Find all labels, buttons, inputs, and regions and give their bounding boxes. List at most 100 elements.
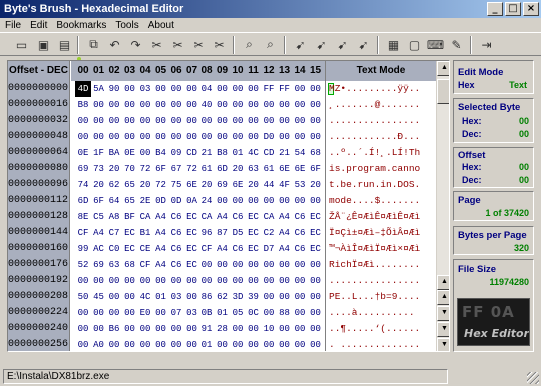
hex-byte-cell[interactable]: 00 [308,193,324,209]
hex-byte-cell[interactable]: 5A [91,81,107,97]
hex-byte-cell[interactable]: 00 [184,337,200,351]
hex-byte-cell[interactable]: 00 [261,97,277,113]
minimize-button[interactable]: _ [487,2,503,16]
hex-byte-cell[interactable]: 2E [137,193,153,209]
hex-byte-cell[interactable]: 00 [153,273,169,289]
hex-byte-cell[interactable]: 70 [122,161,138,177]
hex-byte-cell[interactable]: 90 [106,81,122,97]
hex-byte-cell[interactable]: 03 [137,81,153,97]
hex-byte-cell[interactable]: 69 [215,177,231,193]
hex-byte-cell[interactable]: 00 [153,97,169,113]
hex-byte-cell[interactable]: 00 [137,273,153,289]
menu-edit[interactable]: Edit [30,20,47,31]
menu-tools[interactable]: Tools [115,20,138,31]
hex-byte-cell[interactable]: 00 [277,113,293,129]
hex-byte-cell[interactable]: 72 [153,177,169,193]
hex-byte-cell[interactable]: 00 [137,129,153,145]
hex-byte-cell[interactable]: EC [308,225,324,241]
hex-byte-cell[interactable]: 20 [308,177,324,193]
hex-byte-cell[interactable]: 00 [215,113,231,129]
hex-byte-cell[interactable]: 01 [153,289,169,305]
hex-byte-cell[interactable]: 00 [106,273,122,289]
text-row[interactable]: ................ [329,113,420,129]
hex-byte-cell[interactable]: 00 [106,289,122,305]
hex-byte-cell[interactable]: 00 [106,97,122,113]
hex-byte-cell[interactable]: EC [308,241,324,257]
close-button[interactable]: × [523,2,539,16]
hex-byte-cell[interactable]: EC [184,257,200,273]
hex-byte-cell[interactable]: 00 [277,193,293,209]
hex-byte-cell[interactable]: 6E [230,177,246,193]
hex-byte-cell[interactable]: EC [184,209,200,225]
hex-byte-cell[interactable]: 00 [246,81,262,97]
hex-byte-cell[interactable]: 00 [246,113,262,129]
hex-byte-cell[interactable]: B1 [137,225,153,241]
hex-byte-cell[interactable]: 00 [246,337,262,351]
hex-byte-cell[interactable]: 10 [261,321,277,337]
hex-byte-cell[interactable]: 00 [215,193,231,209]
hex-byte-cell[interactable]: C6 [230,241,246,257]
hex-byte-cell[interactable]: 99 [75,241,91,257]
hex-byte-cell[interactable]: 00 [199,129,215,145]
hex-byte-cell[interactable]: 00 [215,129,231,145]
text-row[interactable]: ............Ð... [329,129,420,145]
copy-icon[interactable]: ⧉ [85,36,102,53]
hex-byte-cell[interactable]: 53 [292,177,308,193]
hex-byte-cell[interactable]: 00 [137,145,153,161]
hex-byte-cell[interactable]: A4 [153,225,169,241]
hex-byte-cell[interactable]: E0 [137,305,153,321]
hex-byte-cell[interactable]: 00 [137,337,153,351]
hex-byte-cell[interactable]: 20 [137,177,153,193]
hex-byte-cell[interactable]: 88 [277,305,293,321]
text-row[interactable]: t.be.run.in.DOS. [329,177,420,193]
hex-byte-cell[interactable]: 54 [292,145,308,161]
hex-byte-cell[interactable]: 4D [75,81,91,97]
hex-byte-cell[interactable]: 00 [230,193,246,209]
hex-byte-cell[interactable]: 00 [91,129,107,145]
hex-byte-cell[interactable]: 6F [91,193,107,209]
hex-byte-cell[interactable]: 00 [292,305,308,321]
hex-byte-cell[interactable]: D5 [230,225,246,241]
hex-byte-cell[interactable]: CA [261,209,277,225]
hex-byte-cell[interactable]: CF [137,257,153,273]
open-file-icon[interactable]: ▭ [13,36,30,53]
hex-byte-cell[interactable]: 20 [91,177,107,193]
redo-icon[interactable]: ↷ [127,36,144,53]
hex-byte-cell[interactable]: FF [277,81,293,97]
scroll-up-small-button[interactable]: ▲ [437,290,449,305]
hex-byte-cell[interactable]: C6 [168,257,184,273]
hex-byte-cell[interactable]: 00 [246,193,262,209]
hex-byte-cell[interactable]: 4C [246,145,262,161]
hex-byte-cell[interactable]: CA [137,209,153,225]
hex-byte-cell[interactable]: 00 [277,129,293,145]
text-row[interactable]: ....à.......... [329,305,415,321]
hex-byte-cell[interactable]: C7 [106,225,122,241]
hex-byte-cell[interactable]: EC [246,225,262,241]
hex-byte-cell[interactable]: 00 [292,321,308,337]
hex-byte-cell[interactable]: 00 [153,129,169,145]
hex-byte-cell[interactable]: B8 [75,97,91,113]
hex-byte-cell[interactable]: 09 [168,145,184,161]
text-row[interactable]: mode....$....... [329,193,420,209]
hex-byte-cell[interactable]: A4 [277,209,293,225]
hex-byte-cell[interactable]: C6 [168,209,184,225]
hex-byte-cell[interactable]: 63 [106,257,122,273]
hex-byte-cell[interactable]: 00 [122,129,138,145]
hex-byte-cell[interactable]: CD [184,145,200,161]
hex-byte-cell[interactable]: 72 [184,161,200,177]
hex-byte-cell[interactable]: 00 [277,97,293,113]
hex-byte-cell[interactable]: 00 [91,321,107,337]
scroll-up-button[interactable]: ▲ [437,61,449,76]
hex-byte-cell[interactable]: 00 [261,193,277,209]
hex-byte-cell[interactable]: 00 [292,257,308,273]
hex-byte-cell[interactable]: 00 [75,273,91,289]
find-next-icon[interactable]: ⌕ [262,36,279,53]
undo-icon[interactable]: ↶ [106,36,123,53]
hex-byte-cell[interactable]: A4 [277,225,293,241]
hex-byte-cell[interactable]: 40 [199,97,215,113]
hex-byte-cell[interactable]: 00 [230,97,246,113]
hex-byte-cell[interactable]: 00 [153,113,169,129]
hex-byte-cell[interactable]: 00 [153,81,169,97]
hex-byte-cell[interactable]: 00 [230,337,246,351]
hex-byte-cell[interactable]: 00 [122,289,138,305]
